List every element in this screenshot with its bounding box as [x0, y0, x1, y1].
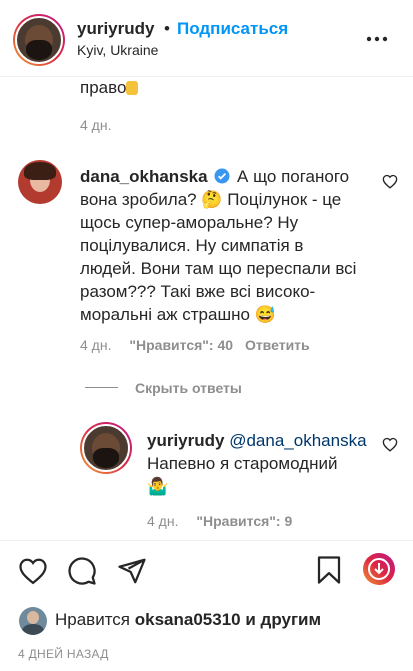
reply-line: Напевно я старомодний — [147, 454, 338, 473]
comment-icon[interactable] — [67, 556, 97, 586]
post-header: yuriyrudy • Подписаться Kyiv, Ukraine — [0, 0, 413, 77]
reply-likes-count[interactable]: "Нравится": 9 — [196, 513, 292, 529]
reply-author-avatar[interactable] — [80, 422, 132, 474]
reply-body: yuriyrudy @dana_okhanska Напевно я старо… — [147, 429, 377, 498]
comment-line: людей. Вони там що переспали всі — [80, 259, 357, 278]
separator-dot: • — [164, 19, 170, 38]
likes-summary: Нравится oksana05310 и другим — [55, 610, 321, 630]
comment-line: щось супер-аморальне? Ну — [80, 213, 299, 232]
likes-suffix[interactable]: и другим — [245, 610, 321, 629]
comment-body: dana_okhanska А що поганого вона зробила… — [80, 165, 380, 326]
liker-username[interactable]: oksana05310 — [135, 610, 241, 629]
commenter-avatar[interactable] — [18, 160, 62, 204]
hide-replies-button[interactable]: Скрыть ответы — [135, 380, 242, 396]
verified-badge-icon — [214, 168, 230, 184]
comment-like-icon[interactable] — [382, 174, 398, 189]
comment-line: поцілувалися. Ну симпатія в — [80, 236, 304, 255]
comment-meta: 4 дн. "Нравится": 40 Ответить — [80, 337, 310, 353]
reply-meta: 4 дн. "Нравится": 9 — [147, 513, 292, 529]
heart-icon[interactable] — [18, 557, 48, 585]
previous-comment-time: 4 дн. — [80, 117, 112, 133]
comment-time: 4 дн. — [80, 337, 112, 353]
reply-line: 🤷‍♂️ — [147, 477, 169, 496]
reels-download-icon[interactable] — [362, 552, 396, 586]
reply-button[interactable]: Ответить — [245, 337, 310, 353]
hand-emoji-icon — [126, 81, 139, 95]
commenter-username[interactable]: dana_okhanska — [80, 167, 208, 186]
comment-line: вона зробила? 🤔 Поцілунок - це — [80, 190, 342, 209]
reply-time: 4 дн. — [147, 513, 179, 529]
replies-divider-line — [85, 387, 118, 388]
follow-button[interactable]: Подписаться — [177, 19, 288, 39]
author-avatar[interactable] — [13, 14, 65, 66]
reply-username[interactable]: yuriyrudy — [147, 431, 224, 450]
comment-line: моральні аж страшно 😅 — [80, 305, 276, 324]
liker-avatar[interactable] — [19, 607, 47, 635]
posted-time[interactable]: 4 ДНЕЙ НАЗАД — [18, 647, 109, 661]
likes-prefix: Нравится — [55, 610, 131, 629]
reply-mention-link[interactable]: @dana_okhanska — [229, 431, 366, 450]
comment-line: А що поганого — [237, 167, 350, 186]
comment-line: разом??? Такі вже всі високо- — [80, 282, 316, 301]
author-username[interactable]: yuriyrudy — [77, 19, 154, 39]
post-location[interactable]: Kyiv, Ukraine — [77, 42, 158, 58]
share-icon[interactable] — [117, 556, 147, 586]
action-bar-divider — [0, 540, 413, 541]
bookmark-icon[interactable] — [316, 555, 342, 585]
comment-likes-count[interactable]: "Нравится": 40 — [129, 337, 233, 353]
more-icon[interactable] — [366, 29, 388, 49]
reply-like-icon[interactable] — [382, 437, 398, 452]
previous-comment-text: право — [80, 76, 139, 99]
